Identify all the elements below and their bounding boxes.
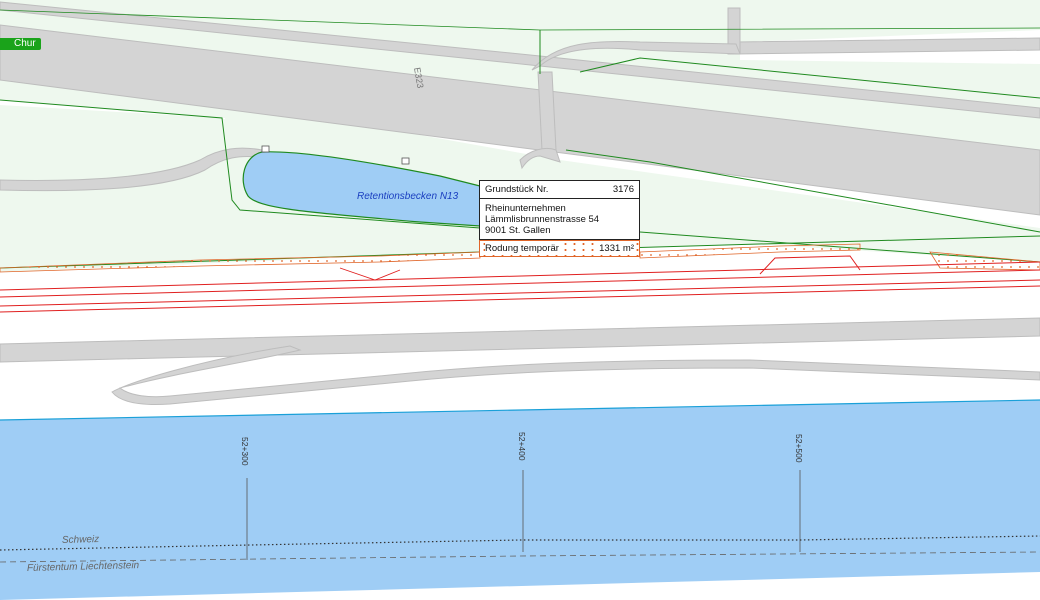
road-northeast [735,37,1040,55]
rodung-label: Rodung temporär [485,243,559,254]
km-label-52300: 52+300 [240,437,250,466]
red-bump [759,255,861,275]
pond-structure-1 [261,145,270,153]
owner-line: Rheinunternehmen [485,203,566,214]
red-dip [339,267,401,281]
map-graphics: Retentionsbecken N13 E323 52+300 52+400 … [0,0,1040,600]
pond-structure-2 [401,157,410,165]
rodung-area: 1331 m² [599,243,634,254]
owner-line: 9001 St. Gallen [485,225,551,236]
parcel-label: Grundstück Nr. [485,184,549,195]
red-line-4 [0,285,1040,313]
parcel-number: 3176 [612,184,634,195]
parcel-owner: Rheinunternehmen Lämmlisbrunnenstrasse 5… [480,199,639,240]
owner-line: Lämmlisbrunnenstrasse 54 [485,214,600,225]
km-label-52400: 52+400 [517,432,527,461]
river-rhine [0,400,1040,600]
km-label-52500: 52+500 [794,434,804,463]
parcel-info-box[interactable]: Grundstück Nr. 3176 Rheinunternehmen Läm… [479,180,640,257]
border-label-schweiz: Schweiz [62,534,100,546]
parcel-header: Grundstück Nr. 3176 [480,181,639,199]
map-canvas[interactable]: Retentionsbecken N13 E323 52+300 52+400 … [0,0,1040,600]
pond-label: Retentionsbecken N13 [357,191,459,202]
rodung-row: Rodung temporär 1331 m² [479,240,640,257]
lower-road-loop [111,345,1040,405]
signpost-chur: Chur [0,38,41,50]
dam-road [0,317,1040,363]
